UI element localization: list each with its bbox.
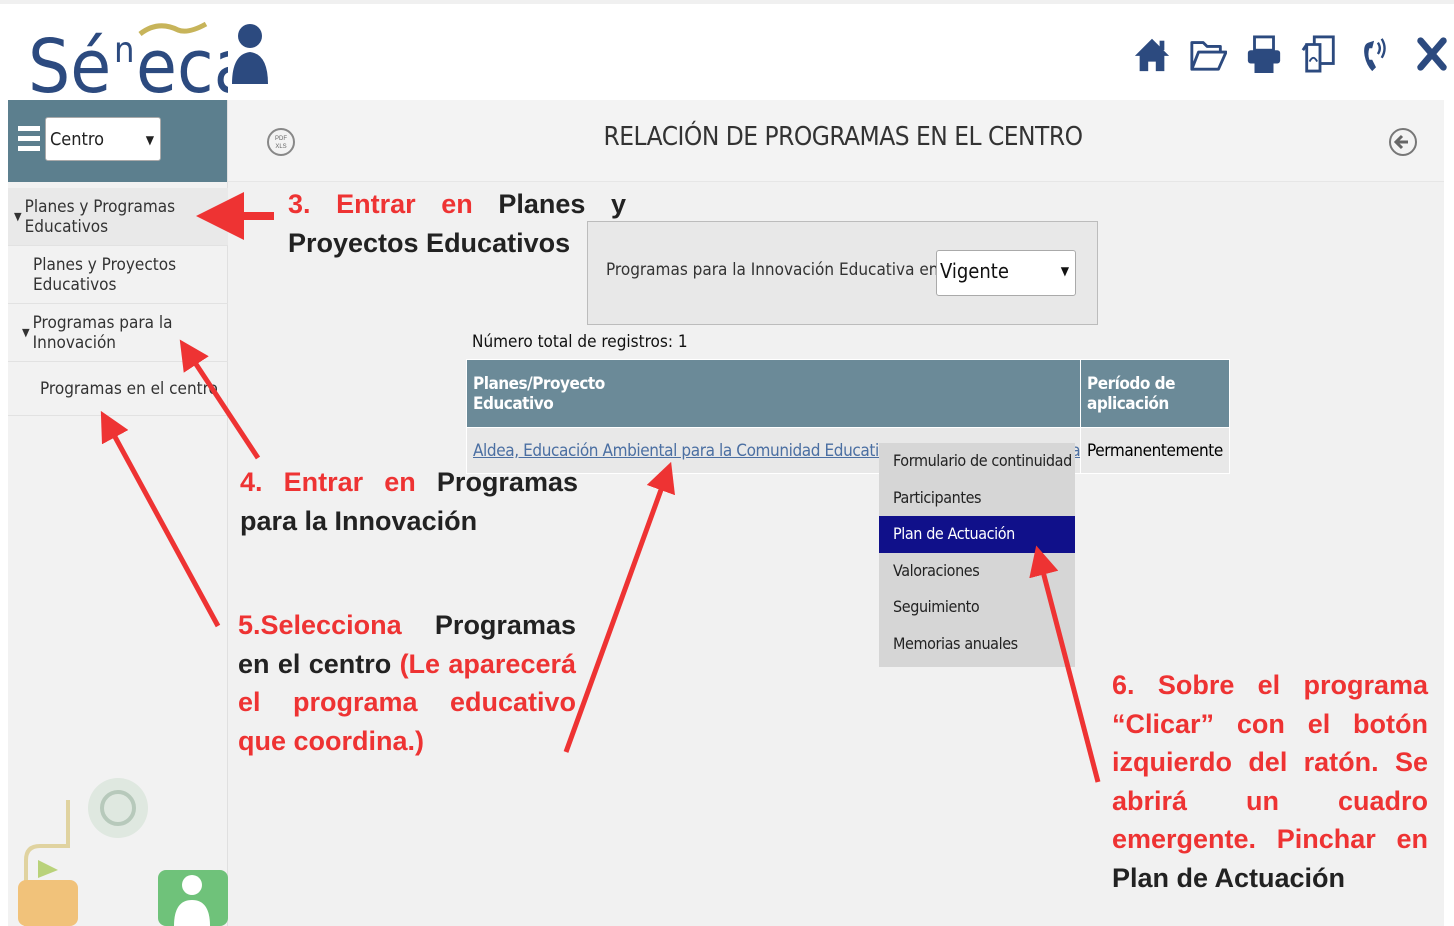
sidebar-decoration: [8, 760, 228, 926]
annotation-step-6-red: 6. Sobre el programa “Clicar” con el bot…: [1112, 670, 1428, 854]
sidebar-item-label: Planes y Programas Educativos: [24, 196, 176, 237]
sidebar-item-programas-centro[interactable]: Programas en el centro: [8, 362, 228, 416]
folder-open-icon[interactable]: [1186, 28, 1230, 80]
svg-text:Sé: Sé: [28, 24, 111, 104]
svg-text:eca: eca: [136, 24, 228, 104]
sidebar-header: Centro ▼: [8, 100, 227, 182]
title-bar: PDF XLS RELACIÓN DE PROGRAMAS EN EL CENT…: [228, 100, 1444, 182]
column-header-programa[interactable]: Planes/Proyecto Educativo: [466, 359, 1081, 428]
programs-table: Planes/Proyecto Educativo Período de apl…: [466, 359, 1230, 474]
sidebar-item-label: Programas para la Innovación: [32, 312, 173, 353]
menu-item-formulario-continuidad[interactable]: Formulario de continuidad: [879, 443, 1075, 480]
annotation-step-4-red: 4. Entrar en: [240, 467, 416, 497]
dropdown-arrow-icon: ▼: [145, 133, 154, 147]
screenshot-root: Sé n eca: [0, 0, 1454, 926]
sidebar-item-programas-innovacion[interactable]: ▼ Programas para la Innovación: [8, 304, 228, 362]
sidebar-item-label: Planes y Proyectos Educativos: [33, 254, 177, 295]
profile-select-value: Centro: [50, 129, 105, 150]
annotation-step-6: 6. Sobre el programa “Clicar” con el bot…: [1112, 666, 1428, 897]
column-header-label: Planes/Proyecto Educativo: [473, 373, 605, 414]
menu-item-memorias-anuales[interactable]: Memorias anuales: [879, 626, 1075, 663]
caret-down-icon: ▼: [14, 210, 22, 223]
seneca-logo[interactable]: Sé n eca: [28, 12, 254, 110]
menu-item-participantes[interactable]: Participantes: [879, 480, 1075, 517]
context-menu: Formulario de continuidad Participantes …: [879, 443, 1075, 667]
app-header: Sé n eca: [0, 0, 1454, 110]
svg-text:n: n: [114, 30, 135, 71]
profile-select[interactable]: Centro ▼: [45, 117, 161, 161]
phone-icon[interactable]: [1354, 28, 1398, 80]
toolbar-icons: [1130, 26, 1454, 82]
user-icon[interactable]: [230, 18, 270, 86]
documents-icon[interactable]: [1298, 28, 1342, 80]
annotation-step-3-red: 3. Entrar en: [288, 189, 473, 219]
printer-icon[interactable]: [1242, 28, 1286, 80]
page-title: RELACIÓN DE PROGRAMAS EN EL CENTRO: [603, 122, 1084, 152]
menu-item-plan-actuacion[interactable]: Plan de Actuación: [879, 516, 1075, 553]
record-count: Número total de registros: 1: [472, 332, 688, 352]
annotation-step-4: 4. Entrar en Programas para la Innovació…: [240, 463, 578, 540]
period-cell: Permanentemente: [1080, 427, 1230, 474]
back-arrow-icon[interactable]: [1388, 124, 1418, 160]
situation-select-value: Vigente: [940, 259, 1009, 283]
annotation-step-5-red: 5.Selecciona: [238, 610, 402, 640]
filter-panel: Programas para la Innovación Educativa e…: [587, 221, 1098, 325]
menu-icon[interactable]: [18, 126, 40, 160]
column-header-periodo[interactable]: Período de aplicación: [1080, 359, 1230, 428]
menu-item-seguimiento[interactable]: Seguimiento: [879, 589, 1075, 626]
home-icon[interactable]: [1130, 28, 1174, 80]
sidebar-item-planes-proyectos[interactable]: Planes y Proyectos Educativos: [8, 246, 228, 304]
table-row[interactable]: Aldea, Educación Ambiental para la Comun…: [466, 427, 1230, 474]
caret-down-icon: ▼: [22, 326, 30, 339]
column-header-label: Período de aplicación: [1087, 373, 1175, 414]
dropdown-arrow-icon: ▼: [1060, 264, 1069, 278]
seneca-logo-mark: Sé n eca: [28, 21, 254, 110]
annotation-step-5: 5.Selecciona Programas en el centro (Le …: [238, 606, 576, 760]
menu-item-valoraciones[interactable]: Valoraciones: [879, 553, 1075, 590]
sidebar-item-label: Programas en el centro: [40, 378, 218, 399]
sidebar-item-planes-programas[interactable]: ▼ Planes y Programas Educativos: [8, 188, 228, 246]
annotation-step-6-dark: Plan de Actuación: [1112, 862, 1346, 893]
situation-select[interactable]: Vigente ▼: [936, 250, 1076, 296]
annotation-step-3: 3. Entrar en Planes y Proyectos Educativ…: [288, 185, 626, 262]
close-icon[interactable]: [1410, 28, 1454, 80]
